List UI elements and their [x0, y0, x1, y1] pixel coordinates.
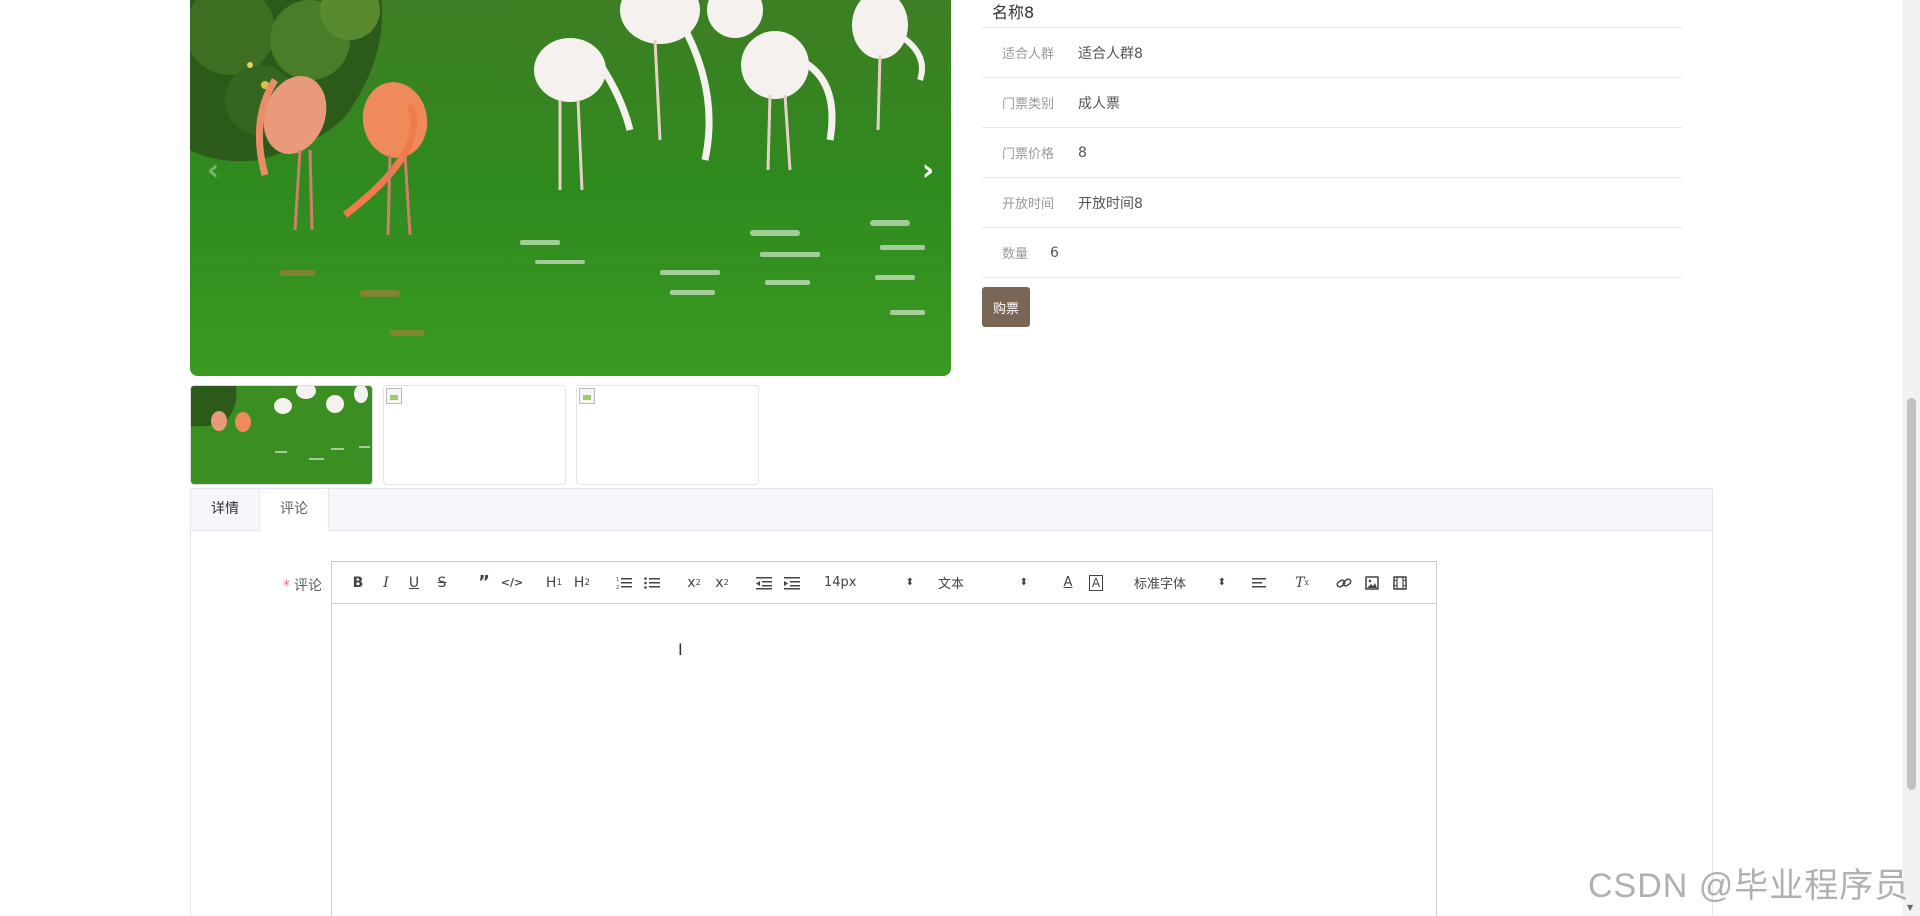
ticket-name: 名称8 — [982, 0, 1682, 28]
info-row-price: 门票价格 8 — [982, 128, 1682, 178]
comment-label: * 评论 — [283, 575, 322, 595]
thumbnail-3[interactable] — [576, 385, 759, 485]
chevron-left-icon: ‹ — [206, 152, 220, 188]
buy-ticket-button[interactable]: 购票 — [982, 287, 1030, 327]
text-color-icon[interactable]: A — [1054, 571, 1082, 595]
font-family-value: 标准字体 — [1134, 577, 1187, 592]
script-group: x2 x2 — [680, 571, 736, 595]
video-icon[interactable] — [1386, 571, 1414, 595]
bold-icon[interactable]: B — [344, 571, 372, 595]
font-size-select[interactable]: 14px ⬍ — [820, 575, 918, 590]
info-row-audience: 适合人群 适合人群8 — [982, 28, 1682, 78]
font-family-select[interactable]: 标准字体 ⬍ — [1130, 573, 1230, 592]
info-label: 门票价格 — [1002, 147, 1055, 162]
format-group: B I U S — [344, 571, 456, 595]
ordered-list-icon[interactable]: 12 — [610, 571, 638, 595]
align-icon[interactable] — [1246, 571, 1274, 595]
info-label: 开放时间 — [1002, 197, 1055, 212]
broken-image-icon — [579, 388, 595, 404]
background-color-icon[interactable]: A — [1082, 571, 1110, 595]
page-root: ‹ › 名称8 适合人群 适合人群8 门票类别 成人票 门票价格 8 开放时间 … — [0, 0, 1920, 916]
info-value: 6 — [1050, 244, 1059, 261]
svg-text:2: 2 — [616, 585, 619, 590]
image-icon[interactable] — [1358, 571, 1386, 595]
info-value: 8 — [1078, 144, 1087, 161]
ticket-info: 名称8 适合人群 适合人群8 门票类别 成人票 门票价格 8 开放时间 开放时间… — [982, 0, 1682, 278]
info-label: 数量 — [1002, 247, 1029, 262]
tab-comments[interactable]: 评论 — [259, 489, 329, 531]
align-group — [1246, 571, 1274, 595]
carousel-prev-button[interactable]: ‹ — [198, 150, 228, 190]
code-icon[interactable]: </> — [498, 571, 526, 595]
tab-bar: 详情 评论 — [191, 489, 1712, 531]
page-scrollbar[interactable]: ▼ — [1903, 0, 1920, 916]
editor-toolbar: B I U S ” </> H1 H2 12 x 2 x 2 14px ⬍ 文本… — [332, 562, 1436, 604]
info-value: 成人票 — [1078, 95, 1120, 112]
rich-text-editor: B I U S ” </> H1 H2 12 x 2 x 2 14px ⬍ 文本… — [331, 561, 1437, 916]
watermark: CSDN @毕业程序员 — [1588, 867, 1910, 905]
info-label: 门票类别 — [1002, 97, 1055, 112]
info-row-ticket-type: 门票类别 成人票 — [982, 78, 1682, 128]
select-caret-icon: ⬍ — [1019, 577, 1028, 588]
thumbnail-1[interactable] — [190, 385, 373, 485]
header-value: 文本 — [938, 577, 965, 592]
select-caret-icon: ⬍ — [1217, 577, 1226, 588]
italic-icon[interactable]: I — [372, 571, 400, 595]
clear-format-icon[interactable]: Tx — [1288, 571, 1316, 595]
info-value: 开放时间8 — [1078, 195, 1143, 212]
thumbnail-flamingo-image — [191, 386, 372, 484]
font-size-value: 14px — [824, 575, 857, 590]
thumbnail-2[interactable] — [383, 385, 566, 485]
flamingo-photo — [190, 0, 951, 376]
svg-text:1: 1 — [616, 577, 619, 583]
indent-group — [750, 571, 806, 595]
tab-details[interactable]: 详情 — [191, 489, 259, 530]
superscript-icon[interactable]: x2 — [708, 571, 736, 595]
indent-icon[interactable] — [778, 571, 806, 595]
blockquote-icon[interactable]: ” — [470, 571, 498, 595]
h2-icon[interactable]: H2 — [568, 571, 596, 595]
underline-icon[interactable]: U — [400, 571, 428, 595]
info-row-open-time: 开放时间 开放时间8 — [982, 178, 1682, 228]
text-cursor-icon: Ι — [678, 640, 683, 659]
required-mark: * — [283, 578, 290, 594]
image-carousel[interactable]: ‹ › — [190, 0, 951, 376]
h1-icon[interactable]: H1 — [540, 571, 568, 595]
select-caret-icon: ⬍ — [905, 577, 914, 588]
bullet-list-icon[interactable] — [638, 571, 666, 595]
list-group: 12 — [610, 571, 666, 595]
block-group: ” </> — [470, 571, 526, 595]
comment-label-text: 评论 — [294, 578, 322, 594]
outdent-icon[interactable] — [750, 571, 778, 595]
info-value: 适合人群8 — [1078, 45, 1143, 62]
clean-group: Tx — [1288, 571, 1316, 595]
subscript-icon[interactable]: x2 — [680, 571, 708, 595]
chevron-right-icon: › — [921, 152, 935, 188]
link-icon[interactable] — [1330, 571, 1358, 595]
heading-group: H1 H2 — [540, 571, 596, 595]
insert-group — [1330, 571, 1414, 595]
detail-tabs-panel: 详情 评论 * 评论 B I U S ” </> H1 H2 1 2 x 2 x… — [190, 488, 1713, 916]
thumbnail-strip — [190, 385, 759, 485]
info-row-quantity: 数量 6 — [982, 228, 1682, 278]
header-select[interactable]: 文本 ⬍ — [934, 573, 1032, 592]
color-group: A A — [1054, 571, 1110, 595]
broken-image-icon — [386, 388, 402, 404]
scrollbar-thumb[interactable] — [1907, 398, 1916, 790]
carousel-next-button[interactable]: › — [913, 150, 943, 190]
comment-editor-area[interactable] — [332, 604, 1436, 916]
strike-icon[interactable]: S — [428, 571, 456, 595]
info-label: 适合人群 — [1002, 47, 1055, 62]
